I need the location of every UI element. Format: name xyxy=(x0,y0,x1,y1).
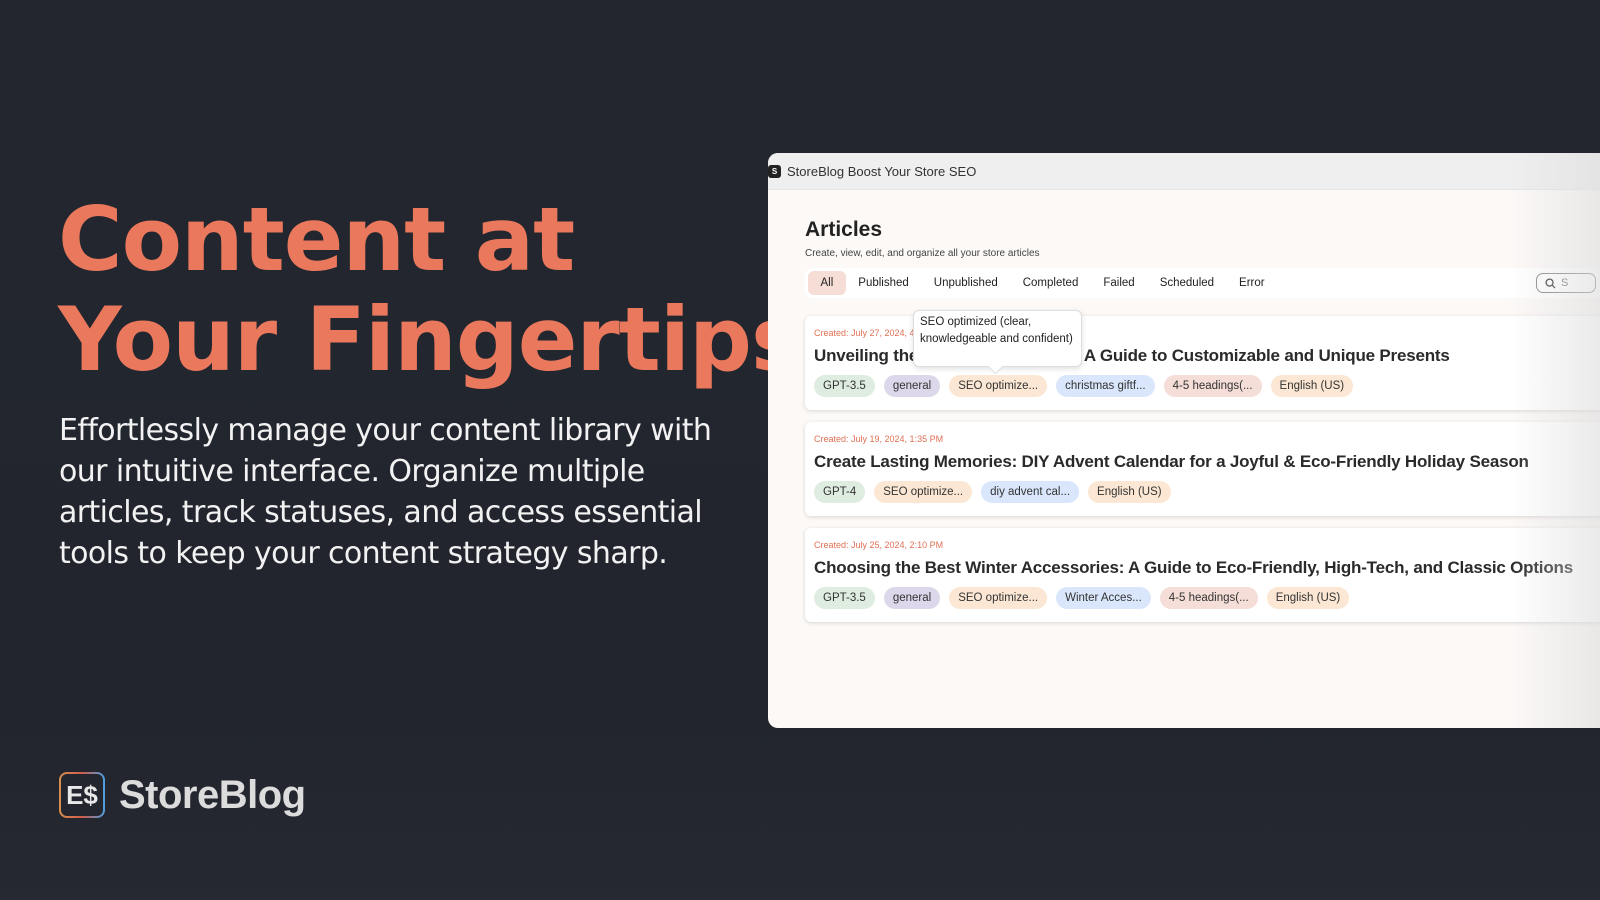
tab-scheduled[interactable]: Scheduled xyxy=(1147,271,1226,295)
tag-structure[interactable]: 4-5 headings(... xyxy=(1159,587,1258,609)
article-card[interactable]: Created: July 25, 2024, 2:10 PM Choosing… xyxy=(805,528,1600,622)
article-card[interactable]: Created: July 19, 2024, 1:35 PM Create L… xyxy=(805,422,1600,516)
status-tabs: All Published Unpublished Completed Fail… xyxy=(805,268,1600,298)
page-subtitle: Create, view, edit, and organize all you… xyxy=(805,248,1040,259)
tag-language[interactable]: English (US) xyxy=(1270,375,1354,397)
tag-model[interactable]: GPT-4 xyxy=(814,481,866,503)
tag-tone[interactable]: SEO optimize... xyxy=(949,375,1048,397)
search-input[interactable]: S xyxy=(1536,273,1596,293)
tab-completed[interactable]: Completed xyxy=(1010,271,1091,295)
tag-model[interactable]: GPT-3.5 xyxy=(814,587,875,609)
app-window: S StoreBlog Boost Your Store SEO Article… xyxy=(768,153,1600,728)
search-icon xyxy=(1545,277,1556,289)
hero-title: Content at Your Fingertips xyxy=(58,188,803,391)
tag-tooltip: SEO optimized (clear, knowledgeable and … xyxy=(913,310,1082,367)
brand-name: StoreBlog xyxy=(119,772,306,817)
article-tags: GPT-3.5 general SEO optimize... christma… xyxy=(814,375,1600,397)
tab-published[interactable]: Published xyxy=(846,271,922,295)
tag-tone[interactable]: SEO optimize... xyxy=(949,587,1048,609)
search-placeholder: S xyxy=(1561,277,1569,289)
article-created-date: Created: July 19, 2024, 1:35 PM xyxy=(814,434,944,444)
storeblog-logo-icon: E$ xyxy=(59,772,105,818)
page-title: Articles xyxy=(805,218,883,241)
tag-keyword[interactable]: Winter Acces... xyxy=(1056,587,1151,609)
tag-category[interactable]: general xyxy=(883,587,941,609)
tag-structure[interactable]: 4-5 headings(... xyxy=(1163,375,1262,397)
article-title[interactable]: Choosing the Best Winter Accessories: A … xyxy=(814,558,1600,578)
app-icon: S xyxy=(768,164,781,178)
tag-tone[interactable]: SEO optimize... xyxy=(874,481,973,503)
tag-category[interactable]: general xyxy=(883,375,941,397)
articles-page: Articles Create, view, edit, and organiz… xyxy=(768,190,1600,622)
hero-description: Effortlessly manage your content library… xyxy=(59,413,712,571)
tab-error[interactable]: Error xyxy=(1227,271,1278,295)
tab-failed[interactable]: Failed xyxy=(1091,271,1147,295)
titlebar: S StoreBlog Boost Your Store SEO xyxy=(768,153,1600,190)
tab-all[interactable]: All xyxy=(808,271,846,295)
tag-keyword[interactable]: diy advent cal... xyxy=(981,481,1080,503)
article-title[interactable]: Create Lasting Memories: DIY Advent Cale… xyxy=(814,452,1600,472)
window-title: StoreBlog Boost Your Store SEO xyxy=(787,163,977,179)
tag-keyword[interactable]: christmas giftf... xyxy=(1056,375,1155,397)
article-tags: GPT-3.5 general SEO optimize... Winter A… xyxy=(814,587,1600,609)
brand: E$ StoreBlog xyxy=(59,772,306,818)
article-created-date: Created: July 25, 2024, 2:10 PM xyxy=(814,540,944,550)
tab-unpublished[interactable]: Unpublished xyxy=(921,271,1010,295)
tag-model[interactable]: GPT-3.5 xyxy=(814,375,875,397)
tag-language[interactable]: English (US) xyxy=(1266,587,1350,609)
tag-language[interactable]: English (US) xyxy=(1088,481,1171,503)
article-tags: GPT-4 SEO optimize... diy advent cal... … xyxy=(814,481,1600,503)
